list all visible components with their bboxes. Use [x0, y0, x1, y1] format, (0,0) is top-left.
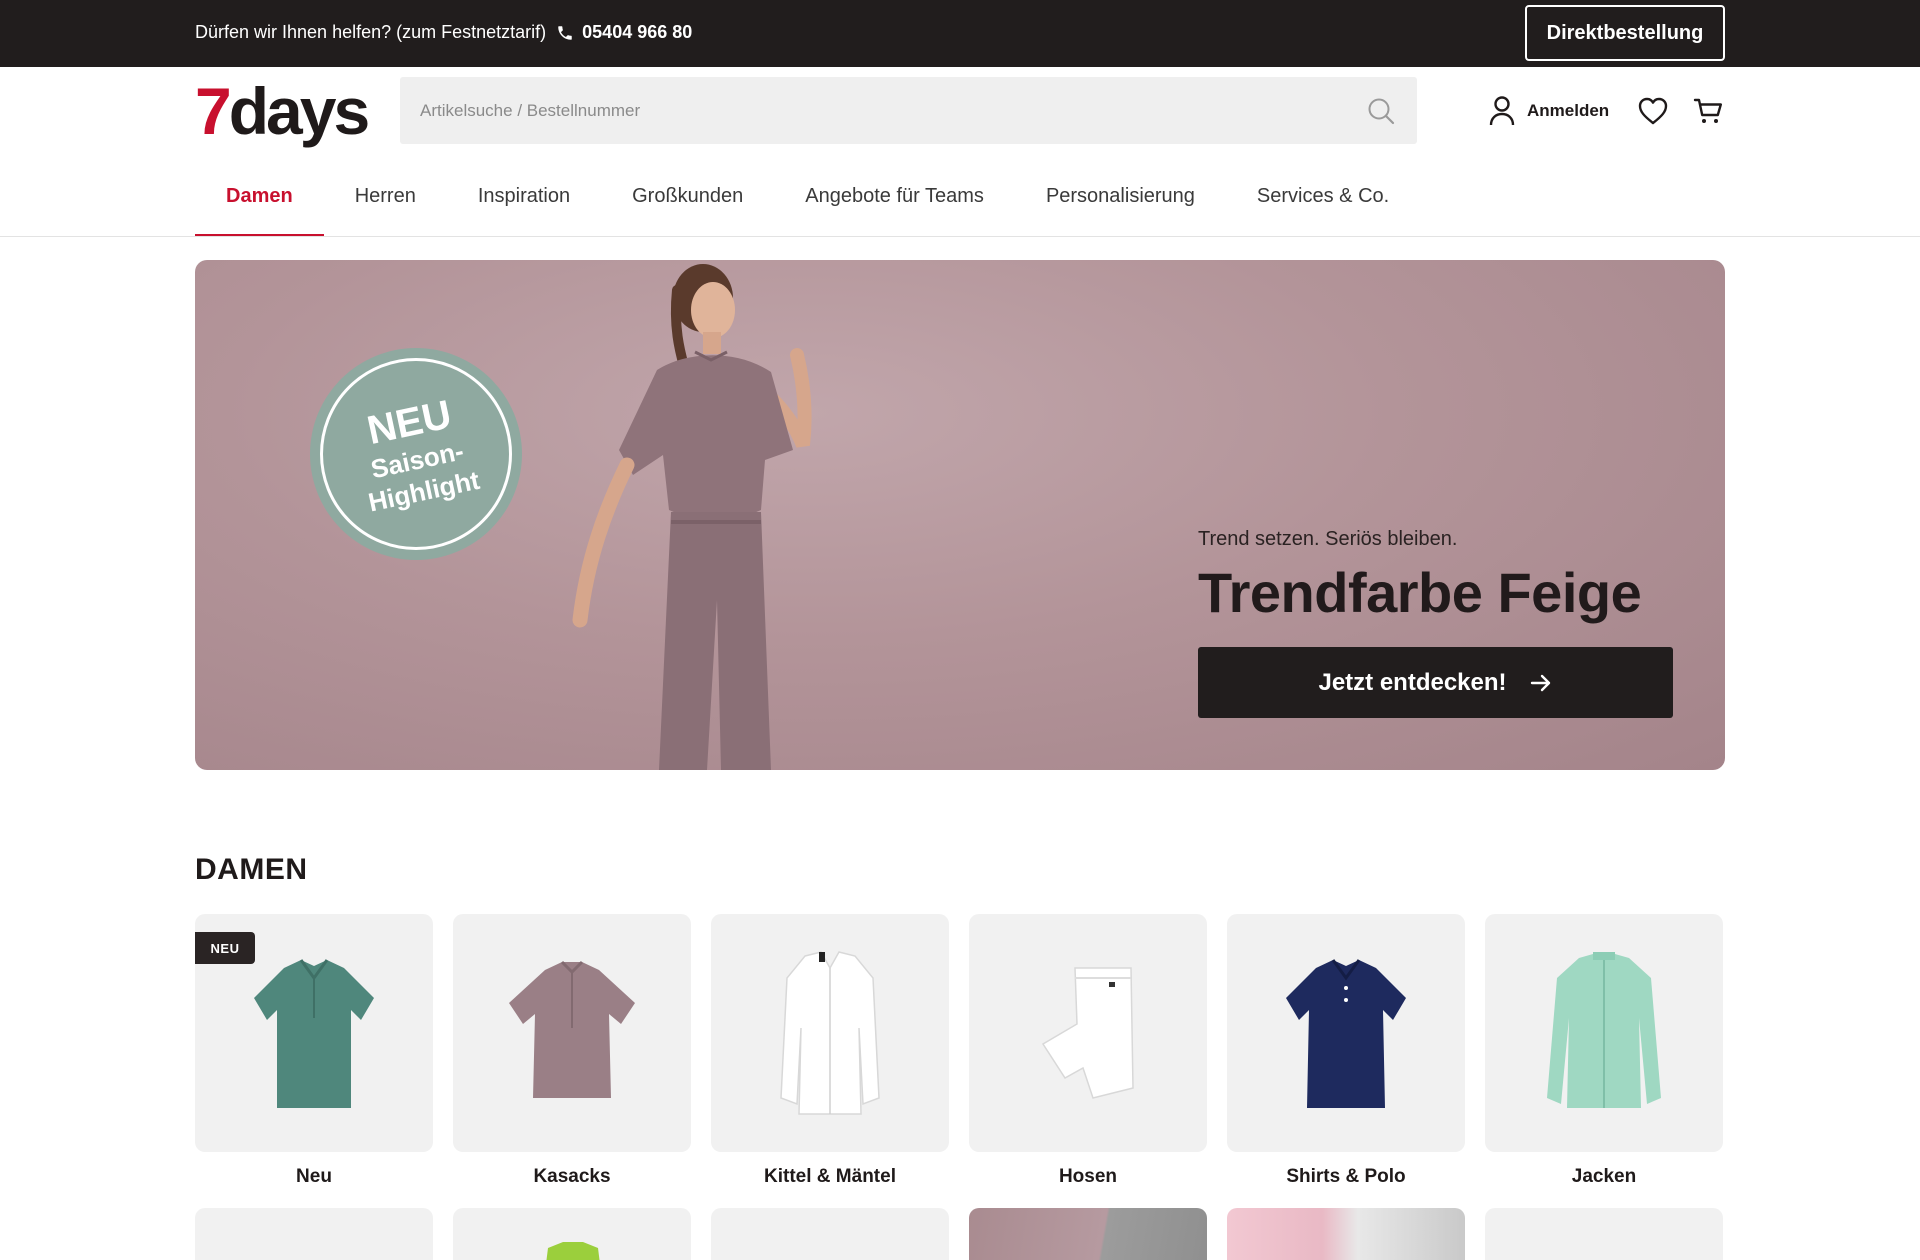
phone-number[interactable]: 05404 966 80: [582, 22, 692, 43]
category-tile-partial[interactable]: [969, 1208, 1207, 1260]
top-bar: Dürfen wir Ihnen helfen? (zum Festnetzta…: [0, 0, 1920, 67]
category-tile-shirts[interactable]: Shirts & Polo: [1227, 914, 1465, 1188]
category-tile-kasacks[interactable]: Kasacks: [453, 914, 691, 1188]
season-highlight-badge: NEU Saison- Highlight: [310, 348, 522, 560]
category-image: [1227, 914, 1465, 1152]
logo-seven: 7: [195, 74, 232, 148]
jacket-image: [1547, 952, 1661, 1108]
category-label: Hosen: [1058, 1166, 1118, 1187]
category-image: [453, 914, 691, 1152]
polo-shirt-image: [254, 959, 374, 1108]
phone-icon: [558, 25, 572, 40]
nav-item-damen[interactable]: Damen: [195, 163, 324, 237]
nav-item-services[interactable]: Services & Co.: [1226, 163, 1420, 237]
category-label: Kasacks: [533, 1166, 611, 1187]
nav-item-grosskunden[interactable]: Großkunden: [601, 163, 774, 237]
category-image: [969, 914, 1207, 1152]
arrow-right-icon: [1530, 674, 1550, 691]
lab-coat-image: [780, 951, 880, 1115]
cart-icon[interactable]: [1693, 96, 1723, 126]
nav-item-personalisierung[interactable]: Personalisierung: [1015, 163, 1226, 237]
hero-subtitle: Trend setzen. Seriös bleiben.: [1198, 528, 1458, 550]
discover-button[interactable]: Jetzt entdecken!: [1198, 647, 1673, 718]
category-tile-kittel[interactable]: Kittel & Mäntel: [711, 914, 949, 1188]
category-grid: NEU Neu Kasacks Kittel & Mäntel Hosen Sh…: [195, 914, 1725, 1188]
help-line: Dürfen wir Ihnen helfen? (zum Festnetzta…: [195, 22, 692, 43]
category-label: Shirts & Polo: [1286, 1166, 1406, 1187]
new-tag: NEU: [195, 932, 255, 964]
category-tile-partial[interactable]: [1227, 1208, 1465, 1260]
nav-item-herren[interactable]: Herren: [324, 163, 447, 237]
nav-item-inspiration[interactable]: Inspiration: [447, 163, 601, 237]
trousers-image: [1041, 967, 1134, 1099]
badge-text: NEU Saison- Highlight: [290, 328, 541, 579]
login-link[interactable]: Anmelden: [1489, 96, 1609, 126]
category-tile-jacken[interactable]: Jacken: [1485, 914, 1723, 1188]
hero-banner[interactable]: NEU Saison- Highlight Trend setzen. Seri…: [195, 260, 1725, 770]
category-tile-partial[interactable]: [195, 1208, 433, 1260]
navy-polo-image: [1286, 959, 1406, 1108]
logo[interactable]: 7 days: [195, 74, 370, 148]
category-image: [711, 914, 949, 1152]
green-garment-image: [546, 1242, 600, 1260]
heart-icon[interactable]: [1638, 97, 1668, 125]
category-tile-partial[interactable]: [1485, 1208, 1723, 1260]
user-icon: [1489, 96, 1515, 126]
model-image: [572, 264, 812, 770]
nav-item-teams[interactable]: Angebote für Teams: [774, 163, 1015, 237]
search-input[interactable]: [400, 77, 1340, 144]
category-label: Jacken: [1571, 1166, 1637, 1187]
direct-order-button[interactable]: Direktbestellung: [1525, 5, 1725, 61]
search-bar: [400, 77, 1417, 144]
main-nav: Damen Herren Inspiration Großkunden Ange…: [195, 163, 1420, 237]
category-label: Neu: [296, 1166, 332, 1187]
scrub-top-image: [509, 960, 635, 1098]
category-grid-row-2: [195, 1208, 1725, 1260]
help-text: Dürfen wir Ihnen helfen? (zum Festnetzta…: [195, 22, 547, 42]
logo-days: days: [228, 74, 370, 148]
discover-button-label: Jetzt entdecken!: [1318, 668, 1507, 696]
category-label: Kittel & Mäntel: [764, 1166, 896, 1187]
category-tile-neu[interactable]: NEU Neu: [195, 914, 433, 1188]
nav-divider: [0, 236, 1920, 237]
category-tile-partial[interactable]: [453, 1208, 691, 1260]
category-image: NEU: [195, 914, 433, 1152]
search-icon[interactable]: [1367, 97, 1395, 125]
category-tile-partial[interactable]: [711, 1208, 949, 1260]
category-tile-hosen[interactable]: Hosen: [969, 914, 1207, 1188]
category-image: [1485, 914, 1723, 1152]
login-label: Anmelden: [1527, 101, 1610, 120]
hero-title: Trendfarbe Feige: [1198, 561, 1642, 624]
section-title: DAMEN: [195, 853, 308, 886]
